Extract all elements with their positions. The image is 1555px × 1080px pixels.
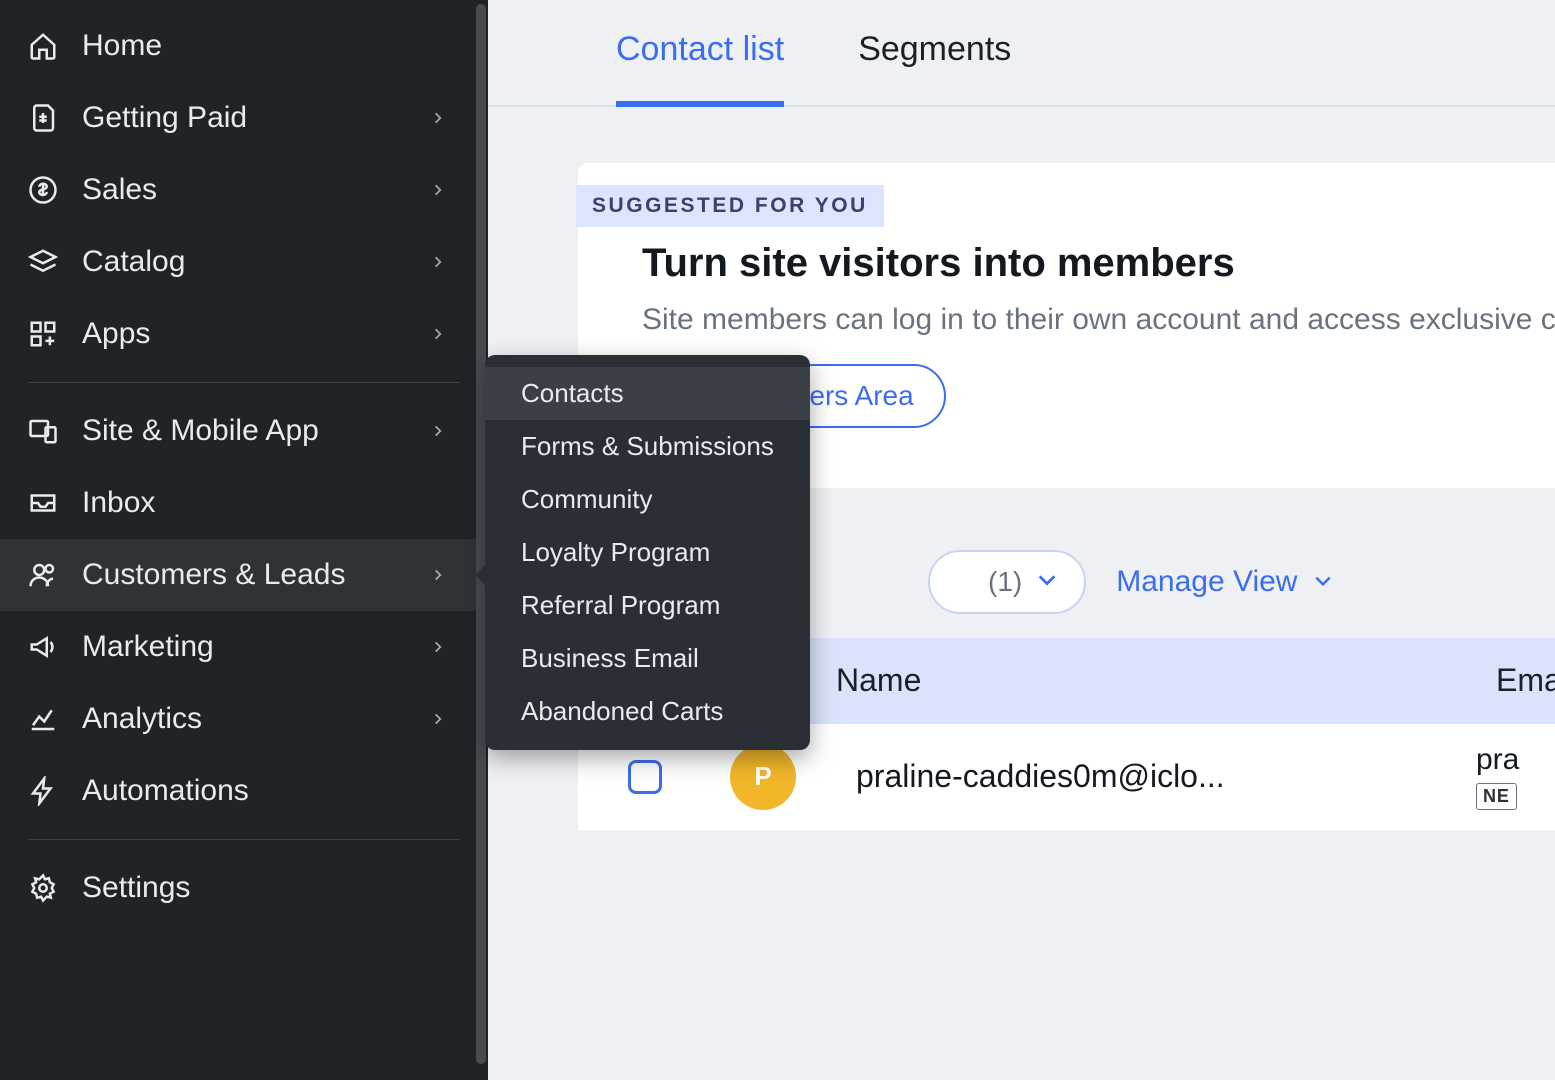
tab-contact-list[interactable]: Contact list	[616, 30, 784, 107]
sidebar-item-automations[interactable]: Automations	[0, 755, 488, 827]
sidebar-item-label: Customers & Leads	[82, 558, 428, 592]
sidebar-item-label: Getting Paid	[82, 101, 428, 135]
apps-icon	[26, 317, 60, 351]
column-header-name[interactable]: Name	[836, 662, 1456, 699]
sidebar-item-label: Catalog	[82, 245, 428, 279]
chevron-right-icon	[428, 180, 448, 200]
sidebar-item-label: Site & Mobile App	[82, 414, 428, 448]
inbox-icon	[26, 486, 60, 520]
submenu-item-contacts[interactable]: Contacts	[485, 367, 810, 420]
suggestion-title: Turn site visitors into members	[642, 241, 1555, 286]
sidebar-divider	[28, 839, 460, 840]
sidebar-item-customers-leads[interactable]: Customers & Leads	[0, 539, 488, 611]
sidebar-item-label: Settings	[82, 871, 448, 905]
contact-name: praline-caddies0m@iclo...	[856, 758, 1436, 795]
sidebar-item-marketing[interactable]: Marketing	[0, 611, 488, 683]
sidebar-item-label: Analytics	[82, 702, 428, 736]
sidebar-item-settings[interactable]: Settings	[0, 852, 488, 924]
manage-view-button[interactable]: Manage View	[1116, 565, 1333, 599]
marketing-icon	[26, 630, 60, 664]
sidebar-item-label: Sales	[82, 173, 428, 207]
filter-dropdown[interactable]: (1)	[928, 550, 1086, 614]
sidebar-item-home[interactable]: Home	[0, 10, 488, 82]
contact-email-preview: pra	[1476, 743, 1519, 777]
chevron-right-icon	[428, 565, 448, 585]
chevron-down-icon	[1036, 566, 1058, 598]
customers-icon	[26, 558, 60, 592]
sidebar-item-site-mobile[interactable]: Site & Mobile App	[0, 395, 488, 467]
sidebar: Home Getting Paid Sales Catalog Apps Sit…	[0, 0, 488, 1080]
contact-email-cell: pra NE	[1476, 743, 1519, 810]
submenu-item-community[interactable]: Community	[485, 473, 810, 526]
submenu-item-loyalty[interactable]: Loyalty Program	[485, 526, 810, 579]
sidebar-item-label: Home	[82, 29, 448, 63]
sidebar-item-label: Marketing	[82, 630, 428, 664]
sidebar-item-apps[interactable]: Apps	[0, 298, 488, 370]
settings-icon	[26, 871, 60, 905]
sidebar-item-label: Apps	[82, 317, 428, 351]
contact-tag: NE	[1476, 783, 1517, 810]
sales-icon	[26, 173, 60, 207]
filter-count: (1)	[988, 566, 1022, 598]
suggestion-badge: SUGGESTED FOR YOU	[576, 185, 884, 227]
sidebar-divider	[28, 382, 460, 383]
getting-paid-icon	[26, 101, 60, 135]
analytics-icon	[26, 702, 60, 736]
sidebar-item-analytics[interactable]: Analytics	[0, 683, 488, 755]
chevron-down-icon	[1313, 565, 1333, 599]
automations-icon	[26, 774, 60, 808]
sidebar-item-label: Inbox	[82, 486, 448, 520]
tabs: Contact list Segments	[488, 0, 1555, 107]
site-mobile-icon	[26, 414, 60, 448]
sidebar-item-getting-paid[interactable]: Getting Paid	[0, 82, 488, 154]
column-header-email[interactable]: Email	[1496, 662, 1555, 699]
sidebar-item-inbox[interactable]: Inbox	[0, 467, 488, 539]
chevron-right-icon	[428, 324, 448, 344]
chevron-right-icon	[428, 252, 448, 272]
submenu-customers-leads: Contacts Forms & Submissions Community L…	[485, 355, 810, 750]
sidebar-item-sales[interactable]: Sales	[0, 154, 488, 226]
submenu-item-abandoned-carts[interactable]: Abandoned Carts	[485, 685, 810, 738]
tab-segments[interactable]: Segments	[858, 30, 1011, 105]
row-checkbox[interactable]	[628, 760, 662, 794]
catalog-icon	[26, 245, 60, 279]
suggestion-description: Site members can log in to their own acc…	[642, 298, 1555, 342]
avatar: P	[730, 744, 796, 810]
chevron-right-icon	[428, 108, 448, 128]
chevron-right-icon	[428, 637, 448, 657]
submenu-item-forms[interactable]: Forms & Submissions	[485, 420, 810, 473]
chevron-right-icon	[428, 709, 448, 729]
sidebar-item-catalog[interactable]: Catalog	[0, 226, 488, 298]
submenu-item-business-email[interactable]: Business Email	[485, 632, 810, 685]
manage-view-label: Manage View	[1116, 565, 1297, 599]
home-icon	[26, 29, 60, 63]
submenu-item-referral[interactable]: Referral Program	[485, 579, 810, 632]
chevron-right-icon	[428, 421, 448, 441]
sidebar-item-label: Automations	[82, 774, 448, 808]
